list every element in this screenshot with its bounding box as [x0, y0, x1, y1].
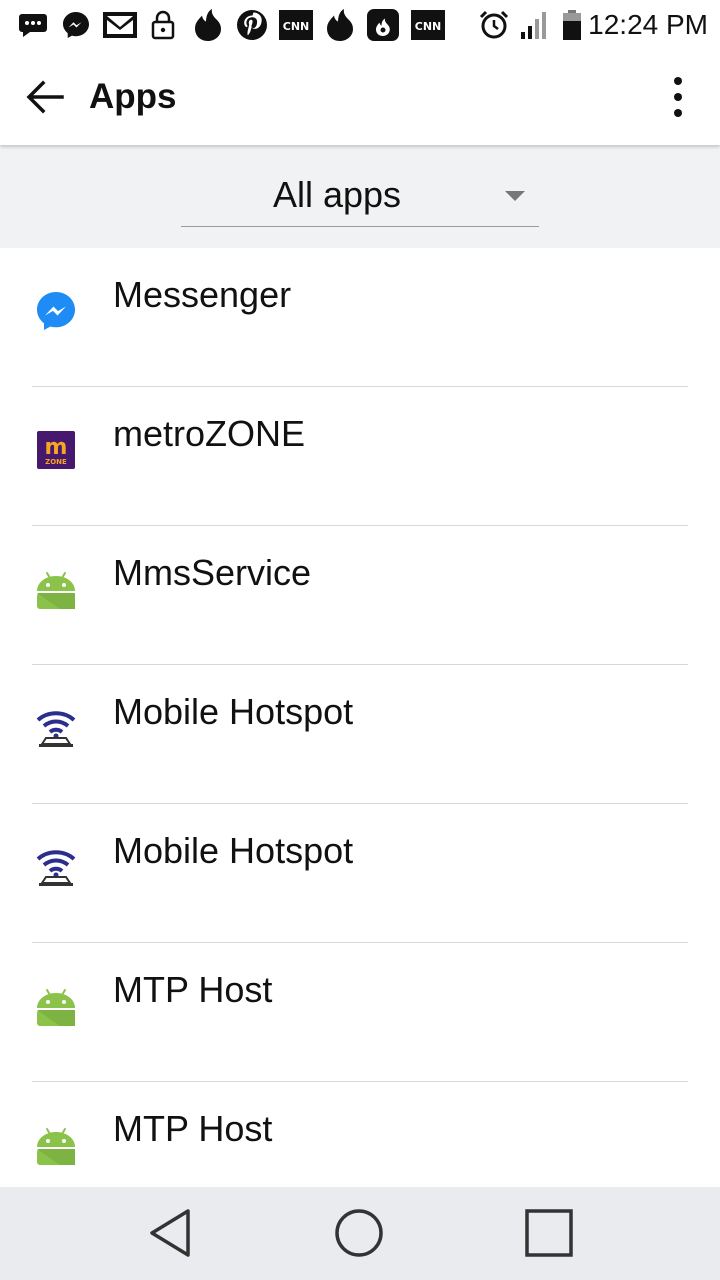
signal-icon — [520, 7, 550, 43]
hotspot-flame-icon — [366, 7, 400, 43]
app-name: Mobile Hotspot — [113, 691, 354, 732]
sms-icon — [18, 7, 48, 43]
app-list-item[interactable]: Mobile Hotspot — [0, 804, 720, 943]
status-time: 12:24 PM — [588, 9, 708, 40]
tinder-icon — [193, 7, 223, 43]
nav-back-button[interactable] — [140, 1203, 200, 1263]
android-icon — [36, 1125, 76, 1165]
status-bar: CNN CNN 12:24 PM — [0, 0, 720, 50]
alarm-icon — [478, 7, 510, 43]
app-list-item[interactable]: MmsService — [0, 526, 720, 665]
app-name: MTP Host — [113, 1108, 273, 1149]
back-nav-icon — [150, 1209, 190, 1257]
app-list-item[interactable]: MTP Host — [0, 1082, 720, 1187]
back-button[interactable] — [20, 72, 70, 122]
filter-area: All apps — [0, 145, 720, 248]
navigation-bar — [0, 1187, 720, 1280]
cnn-icon: CNN — [410, 7, 446, 43]
svg-text:CNN: CNN — [283, 20, 310, 33]
android-icon — [36, 986, 76, 1026]
caret-down-icon — [505, 191, 525, 201]
gmail-icon — [102, 7, 138, 43]
home-nav-icon — [335, 1209, 383, 1257]
hotspot-icon — [36, 708, 76, 748]
apps-filter-dropdown[interactable]: All apps — [181, 167, 539, 227]
svg-text:CNN: CNN — [415, 20, 442, 33]
app-list-item[interactable]: MTP Host — [0, 943, 720, 1082]
cnn-icon: CNN — [278, 7, 314, 43]
nav-home-button[interactable] — [329, 1203, 389, 1263]
app-name: MmsService — [113, 552, 312, 593]
app-name: MTP Host — [113, 969, 273, 1010]
tinder-icon — [325, 7, 355, 43]
metrozone-icon: m ZONE — [36, 430, 76, 470]
app-name: Messenger — [113, 274, 292, 315]
app-list-item[interactable]: Mobile Hotspot — [0, 665, 720, 804]
recents-nav-icon — [525, 1209, 573, 1257]
nav-recents-button[interactable] — [519, 1203, 579, 1263]
hotspot-icon — [36, 847, 76, 887]
app-name: metroZONE — [113, 413, 306, 454]
android-icon — [36, 569, 76, 609]
svg-text:ZONE: ZONE — [45, 458, 67, 466]
lock-icon — [150, 7, 176, 43]
pinterest-icon — [236, 7, 268, 43]
overflow-menu-button[interactable] — [658, 72, 698, 122]
battery-icon — [561, 7, 583, 43]
page-title: Apps — [89, 77, 177, 116]
app-list-item[interactable]: Messenger — [0, 248, 720, 387]
app-list: Messenger m ZONE metroZONE MmsService Mob… — [0, 248, 720, 1187]
app-list-item[interactable]: m ZONE metroZONE — [0, 387, 720, 526]
messenger-icon — [61, 7, 91, 43]
more-vert-icon — [674, 77, 682, 117]
svg-text:m: m — [45, 435, 68, 460]
filter-selected-label: All apps — [272, 174, 402, 215]
app-bar: Apps — [0, 50, 720, 145]
messenger-icon — [36, 291, 76, 331]
app-name: Mobile Hotspot — [113, 830, 354, 871]
back-arrow-icon — [26, 80, 64, 114]
